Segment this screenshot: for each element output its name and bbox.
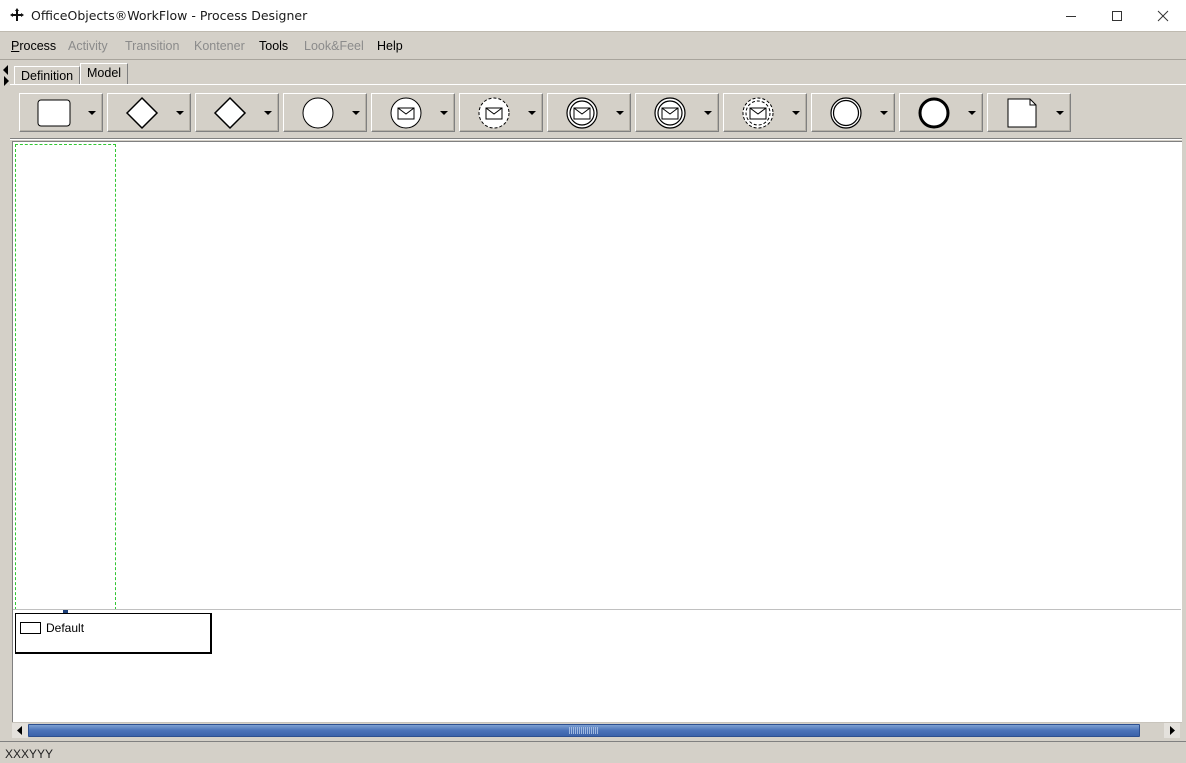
dashed-message-circle-icon (478, 97, 510, 129)
double-message-circle-icon (566, 97, 598, 129)
document-tool-button[interactable] (987, 93, 1071, 132)
chevron-down-icon[interactable] (176, 110, 184, 116)
menu-bar: Process Activity Transition Kontener Too… (0, 31, 1186, 60)
dashed-double-message-circle-icon (742, 97, 774, 129)
message-dashed-event-tool-button[interactable] (459, 93, 543, 132)
rounded-rectangle-icon (37, 99, 71, 127)
chevron-down-icon[interactable] (264, 110, 272, 116)
tab-definition[interactable]: Definition (14, 66, 80, 85)
chevron-down-icon[interactable] (88, 110, 96, 116)
chevron-down-icon[interactable] (1056, 110, 1064, 116)
diamond-icon (213, 96, 247, 130)
gateway-alt-tool-button[interactable] (195, 93, 279, 132)
scrollbar-thumb[interactable] (28, 724, 1140, 737)
app-icon (10, 8, 24, 21)
menu-kontener[interactable]: Kontener (194, 39, 245, 53)
tabs-baseline (10, 84, 1186, 85)
end-event-tool-button[interactable] (899, 93, 983, 132)
menu-transition[interactable]: Transition (125, 39, 179, 53)
task-tool-button[interactable] (19, 93, 103, 132)
title-bar: OfficeObjects®WorkFlow - Process Designe… (0, 0, 1186, 31)
status-text: XXXYYY (4, 746, 55, 762)
non-interrupting-message-tool-button[interactable] (723, 93, 807, 132)
double-circle-icon (830, 97, 862, 129)
menu-help[interactable]: Help (377, 39, 403, 53)
chevron-right-icon (1170, 726, 1175, 735)
intermediate-message-event-tool-button[interactable] (547, 93, 631, 132)
shape-toolbar (14, 89, 1182, 137)
intermediate-event-tool-button[interactable] (811, 93, 895, 132)
close-button[interactable] (1140, 0, 1186, 31)
circle-icon (302, 97, 334, 129)
message-start-event-tool-button[interactable] (371, 93, 455, 132)
chevron-down-icon[interactable] (968, 110, 976, 116)
status-bar: XXXYYY (0, 741, 1186, 763)
menu-tools[interactable]: Tools (259, 39, 288, 53)
gateway-tool-button[interactable] (107, 93, 191, 132)
chevron-left-icon (17, 726, 22, 735)
minimize-icon (1066, 15, 1076, 17)
scroll-left-button[interactable] (12, 723, 28, 738)
maximize-icon (1112, 10, 1122, 21)
legend-box[interactable]: Default (15, 613, 212, 654)
horizontal-scrollbar[interactable] (12, 722, 1182, 738)
menu-activity[interactable]: Activity (68, 39, 108, 53)
chevron-down-icon[interactable] (792, 110, 800, 116)
chevron-down-icon[interactable] (704, 110, 712, 116)
close-icon (1157, 10, 1169, 21)
scroll-right-button[interactable] (1164, 723, 1180, 738)
maximize-button[interactable] (1094, 0, 1140, 31)
intermediate-message-throw-tool-button[interactable] (635, 93, 719, 132)
diamond-icon (125, 96, 159, 130)
tab-model[interactable]: Model (80, 63, 128, 85)
scrollbar-grip (569, 727, 599, 734)
message-circle-icon (390, 97, 422, 129)
model-canvas[interactable]: Default (12, 141, 1182, 722)
splitter-arrows-icon[interactable] (2, 63, 10, 87)
chevron-down-icon[interactable] (440, 110, 448, 116)
legend-swatch (20, 622, 41, 634)
lane-divider (13, 609, 1181, 610)
start-event-tool-button[interactable] (283, 93, 367, 132)
chevron-down-icon[interactable] (616, 110, 624, 116)
thick-circle-icon (918, 97, 950, 129)
chevron-down-icon[interactable] (880, 110, 888, 116)
minimize-button[interactable] (1048, 0, 1094, 31)
chevron-down-icon[interactable] (528, 110, 536, 116)
swimlane[interactable] (15, 144, 116, 610)
menu-look-and-feel[interactable]: Look&Feel (304, 39, 364, 53)
tab-model-label: Model (87, 66, 122, 80)
menu-process[interactable]: Process (11, 39, 56, 53)
toolbar-separator (10, 138, 1182, 140)
legend-label: Default (46, 621, 85, 635)
double-message-circle-filled-icon (654, 97, 686, 129)
chevron-down-icon[interactable] (352, 110, 360, 116)
document-icon (1007, 98, 1037, 128)
window-title: OfficeObjects®WorkFlow - Process Designe… (31, 8, 308, 23)
tab-definition-label: Definition (21, 69, 74, 83)
